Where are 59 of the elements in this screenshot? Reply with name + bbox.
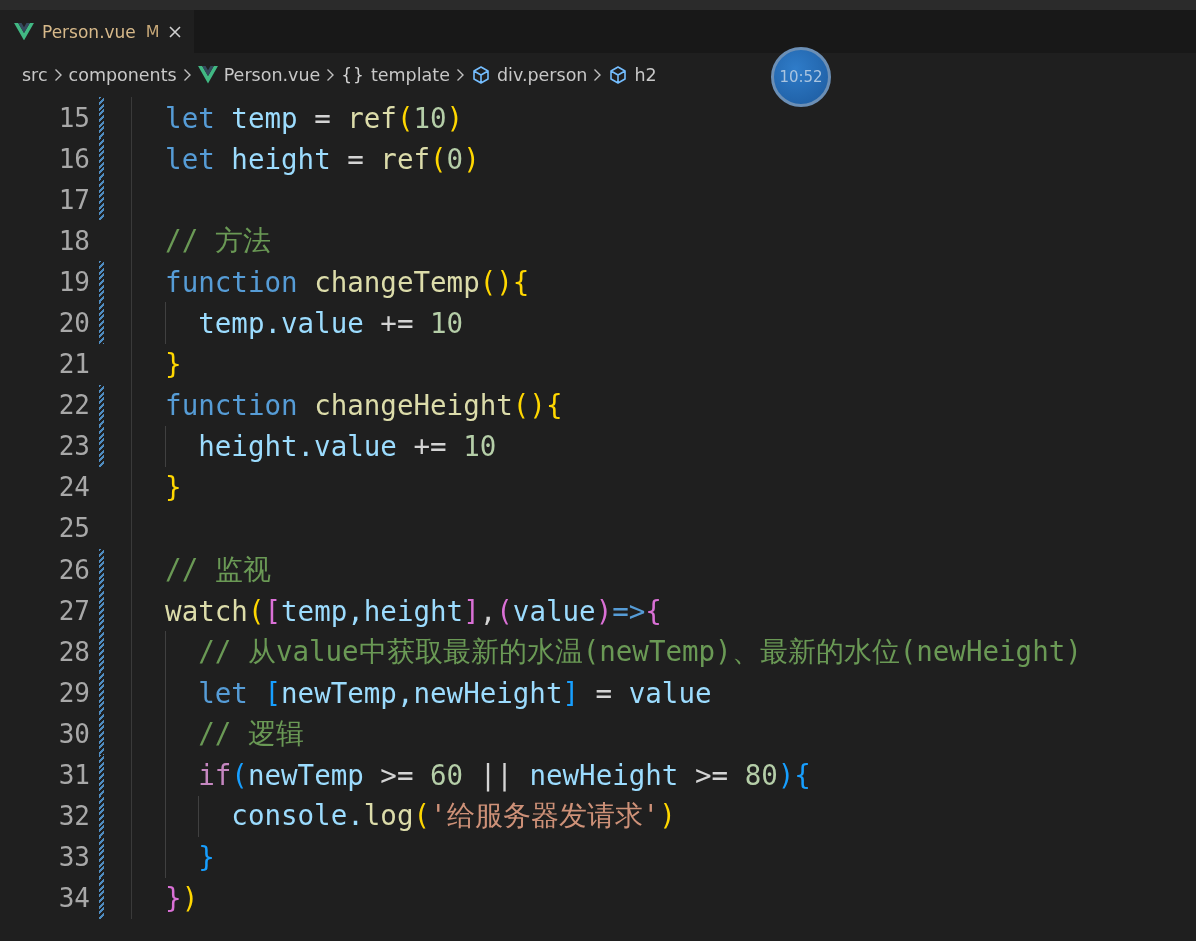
line-number: 16 [57, 143, 90, 174]
code-line: watch([temp,height],(value)=>{ [165, 594, 662, 627]
line-number: 17 [57, 184, 90, 215]
line-number: 24 [57, 472, 90, 503]
line-number: 19 [57, 266, 90, 297]
code-line: let temp = ref(10) [165, 101, 464, 134]
code-line: } [165, 471, 182, 504]
code-line: temp.value += 10 [198, 307, 464, 339]
modified-label: M [145, 22, 160, 41]
breadcrumb-item[interactable]: template [370, 65, 450, 85]
line-number: 21 [57, 349, 90, 380]
breadcrumb-item[interactable]: src [22, 65, 48, 85]
line-number: 15 [57, 102, 90, 133]
code-line: }) [165, 882, 199, 915]
line-number: 20 [57, 308, 90, 338]
chevron-icon [53, 68, 63, 82]
code-line: console.log('给服务器发请求') [231, 798, 676, 834]
cube-icon [470, 65, 491, 85]
code-line: let height = ref(0) [165, 142, 480, 175]
breadcrumb-item[interactable]: Person.vue [223, 65, 321, 85]
chevron-icon [326, 68, 336, 82]
vue-icon [197, 66, 218, 84]
breadcrumb-item[interactable]: h2 [634, 65, 657, 85]
line-number: 27 [57, 595, 90, 626]
line-number: 18 [57, 225, 90, 256]
breadcrumb-item[interactable]: components [68, 65, 177, 85]
code-line: // 逻辑 [198, 715, 304, 751]
line-number: 31 [57, 760, 90, 791]
timer-badge: 10:52 [771, 47, 831, 107]
close-icon[interactable] [167, 24, 182, 39]
code-line: // 方法 [165, 222, 271, 258]
line-number: 33 [57, 842, 90, 873]
code-line: height.value += 10 [198, 430, 497, 463]
chevron-icon [182, 68, 192, 82]
cube-icon [608, 65, 629, 85]
line-number: 23 [57, 431, 90, 462]
code-line: let [newTemp,newHeight] = value [198, 676, 712, 709]
code-line: // 从value中获取最新的水温(newTemp)、最新的水位(newHeight) [198, 633, 1082, 669]
line-number: 29 [57, 677, 90, 708]
vue-icon [14, 22, 34, 41]
line-number: 34 [57, 883, 90, 914]
code-line: // 监视 [165, 551, 271, 587]
code-line: } [165, 348, 182, 381]
line-number: 25 [57, 513, 90, 544]
line-number: 30 [57, 718, 90, 749]
code-line: function changeHeight(){ [165, 389, 563, 422]
tab-label: Person.vue [42, 21, 136, 42]
breadcrumb-item[interactable]: div.person [496, 65, 588, 85]
code-line: function changeTemp(){ [165, 265, 530, 298]
line-number: 32 [57, 801, 90, 832]
line-number: 22 [57, 390, 90, 421]
code-line: } [198, 841, 215, 874]
chevron-icon [593, 68, 603, 82]
line-number: 28 [57, 636, 90, 667]
editor-tab[interactable]: Person.vue M [0, 10, 194, 53]
code-line: if(newTemp >= 60 || newHeight >= 80){ [198, 759, 811, 792]
line-number: 26 [57, 554, 90, 585]
braces-icon: {} [341, 65, 365, 85]
chevron-icon [455, 68, 465, 82]
